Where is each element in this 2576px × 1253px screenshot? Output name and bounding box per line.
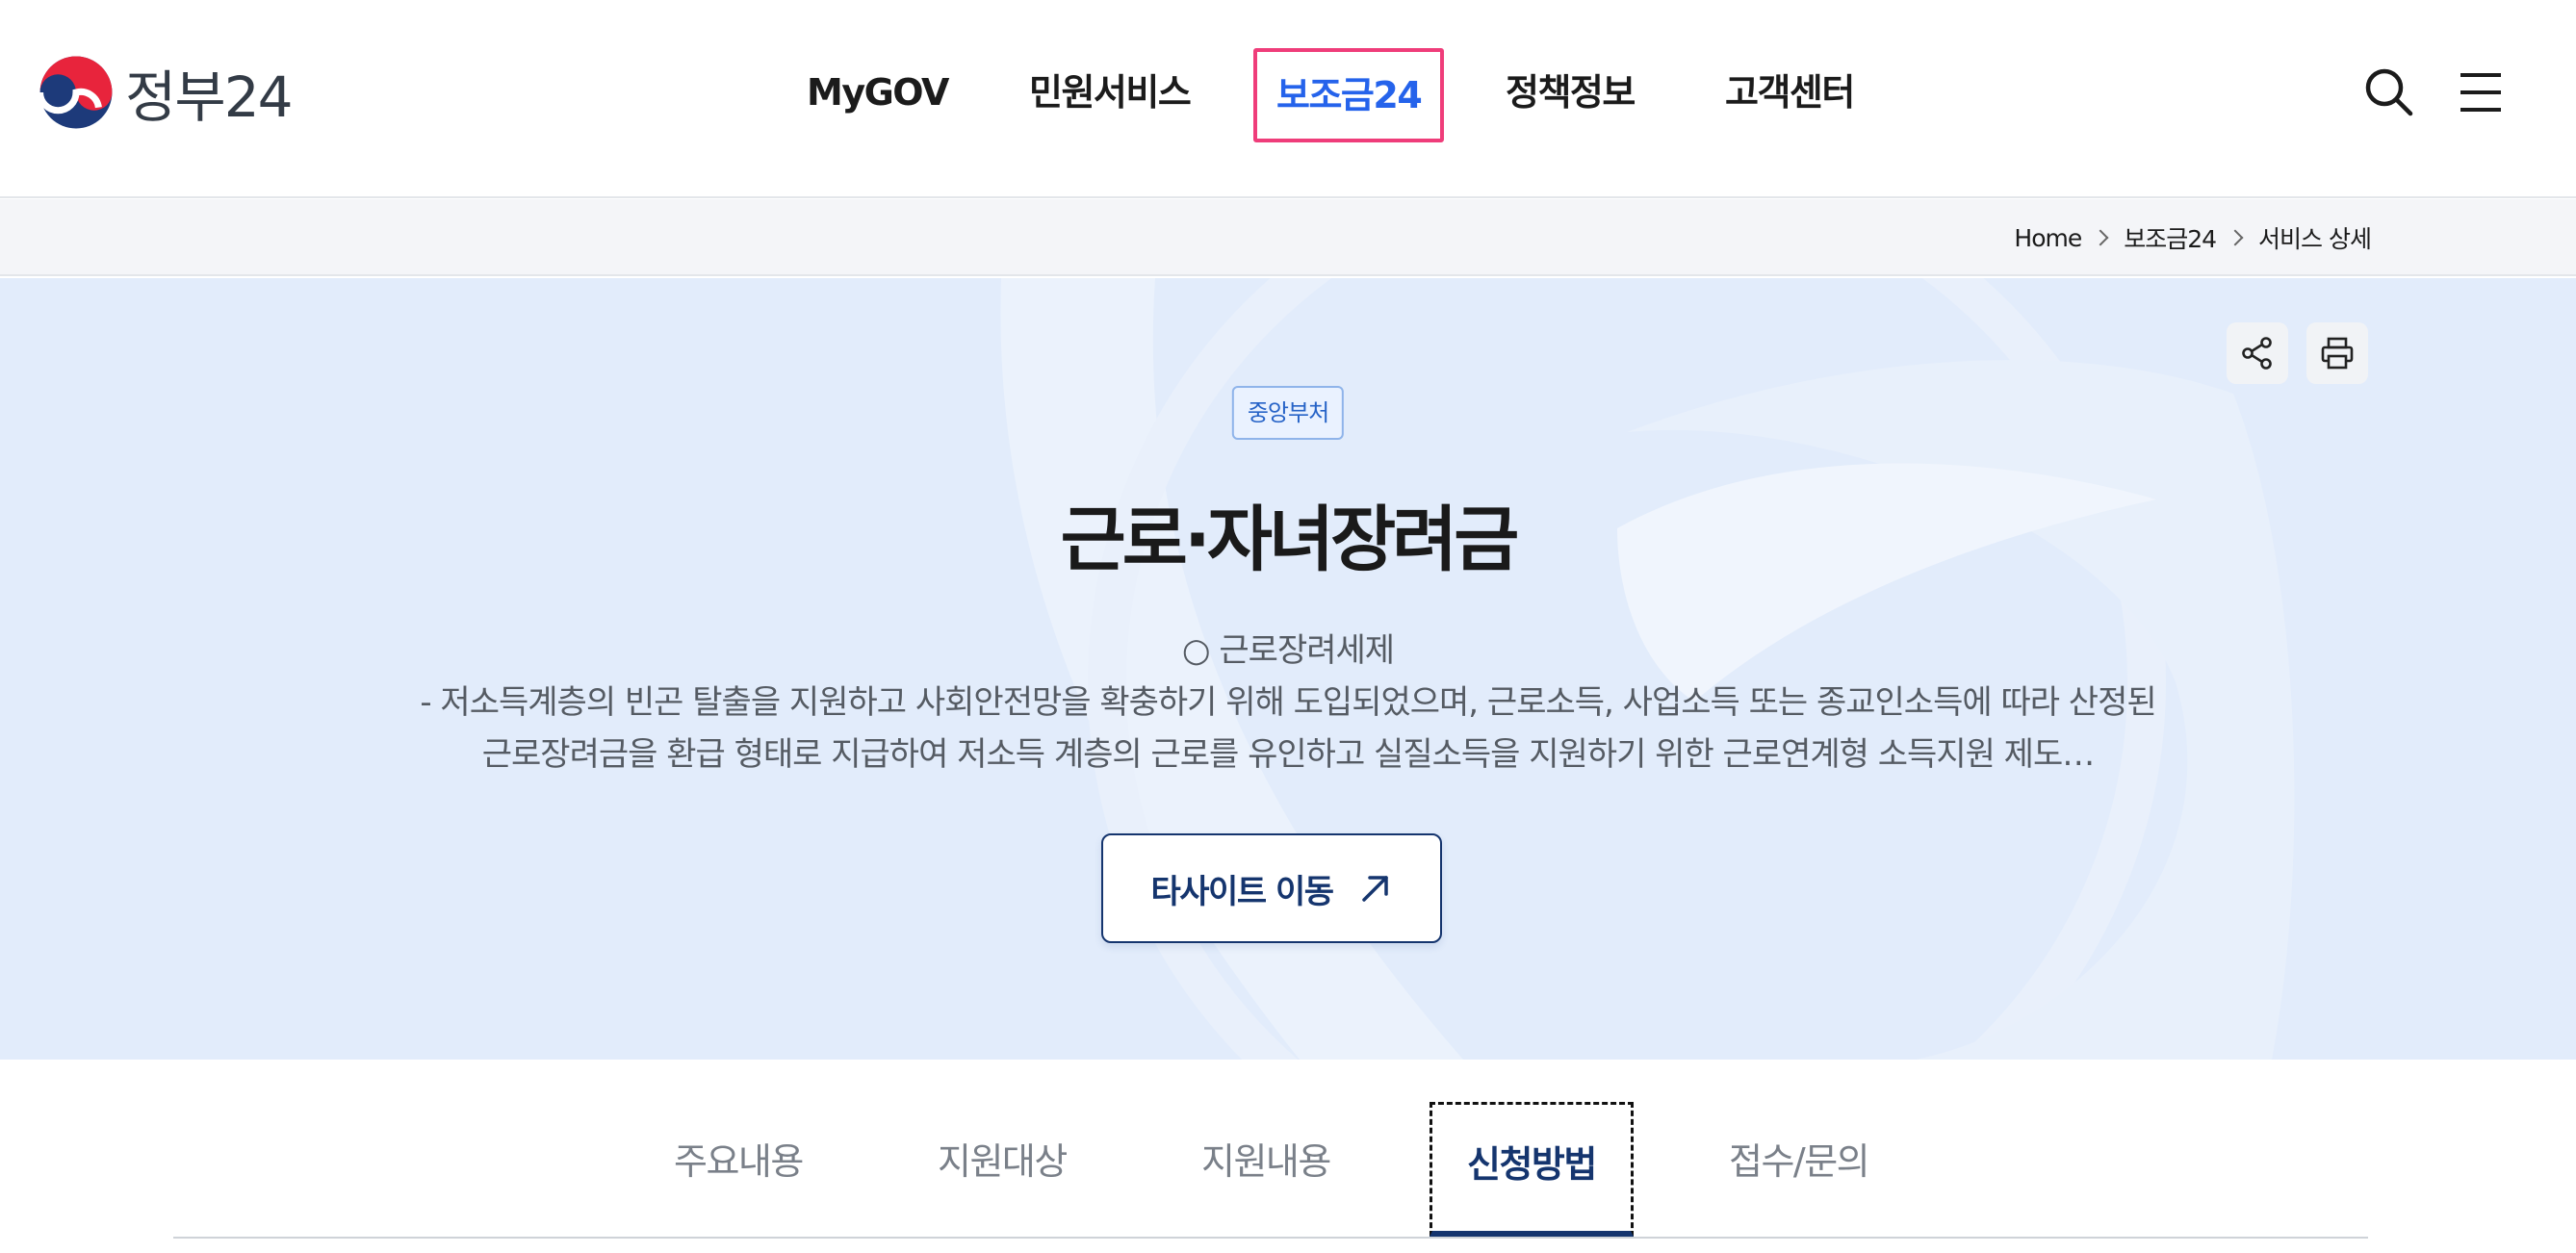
nav-item-subsidy24[interactable]: 보조금24 [1253,48,1445,142]
print-button[interactable] [2306,322,2368,384]
tab-contact[interactable]: 접수/문의 [1729,1102,1870,1237]
agency-badge: 중앙부처 [1231,386,1345,440]
nav-item-policy-info[interactable]: 정책정보 [1506,48,1636,144]
chevron-right-icon [2227,229,2244,246]
tab-eligibility[interactable]: 지원대상 [938,1102,1068,1237]
nav-item-customer-center[interactable]: 고객센터 [1725,48,1855,144]
service-hero: 중앙부처 근로·자녀장려금 ○ 근로장려세제 - 저소득계층의 빈곤 탈출을 지… [0,278,2576,1060]
chevron-right-icon [2092,229,2109,246]
breadcrumb-bar: Home 보조금24 서비스 상세 [0,199,2576,276]
share-button[interactable] [2227,322,2288,384]
tab-main-content[interactable]: 주요내용 [674,1102,804,1237]
tab-how-to-apply[interactable]: 신청방법 [1430,1102,1634,1237]
summary-line: - 저소득계층의 빈곤 탈출을 지원하고 사회안전망을 확충하기 위해 도입되었… [420,683,2156,722]
breadcrumb-current: 서비스 상세 [2258,225,2372,253]
site-header: 정부24 MyGOV 민원서비스 보조금24 정책정보 고객센터 [0,0,2576,198]
arrow-up-right-icon [1361,876,1388,902]
breadcrumb: Home 보조금24 서비스 상세 [2014,199,2372,276]
menu-icon[interactable] [2451,64,2509,121]
service-summary: ○ 근로장려세제 - 저소득계층의 빈곤 탈출을 지원하고 사회안전망을 확충하… [289,625,2287,780]
breadcrumb-subsidy24[interactable]: 보조금24 [2124,220,2217,255]
print-icon [2321,337,2354,370]
summary-line: 근로장려금을 환급 형태로 지급하여 저소득 계층의 근로를 유인하고 실질소득… [481,735,2096,774]
search-icon[interactable] [2360,64,2418,121]
page-title: 근로·자녀장려금 [1060,499,1520,581]
tab-support-details[interactable]: 지원내용 [1201,1102,1331,1237]
breadcrumb-home[interactable]: Home [2014,224,2082,252]
external-site-label: 타사이트 이동 [1150,872,1334,911]
main-nav: MyGOV 민원서비스 보조금24 정책정보 고객센터 [0,48,2576,144]
summary-line: ○ 근로장려세제 [1181,631,1395,670]
detail-tabs: 주요내용 지원대상 지원내용 신청방법 접수/문의 [173,1060,2368,1239]
share-icon [2242,337,2272,370]
nav-item-mygov[interactable]: MyGOV [807,48,949,144]
external-site-button[interactable]: 타사이트 이동 [1101,833,1442,943]
nav-item-civil-service[interactable]: 민원서비스 [1029,48,1192,144]
